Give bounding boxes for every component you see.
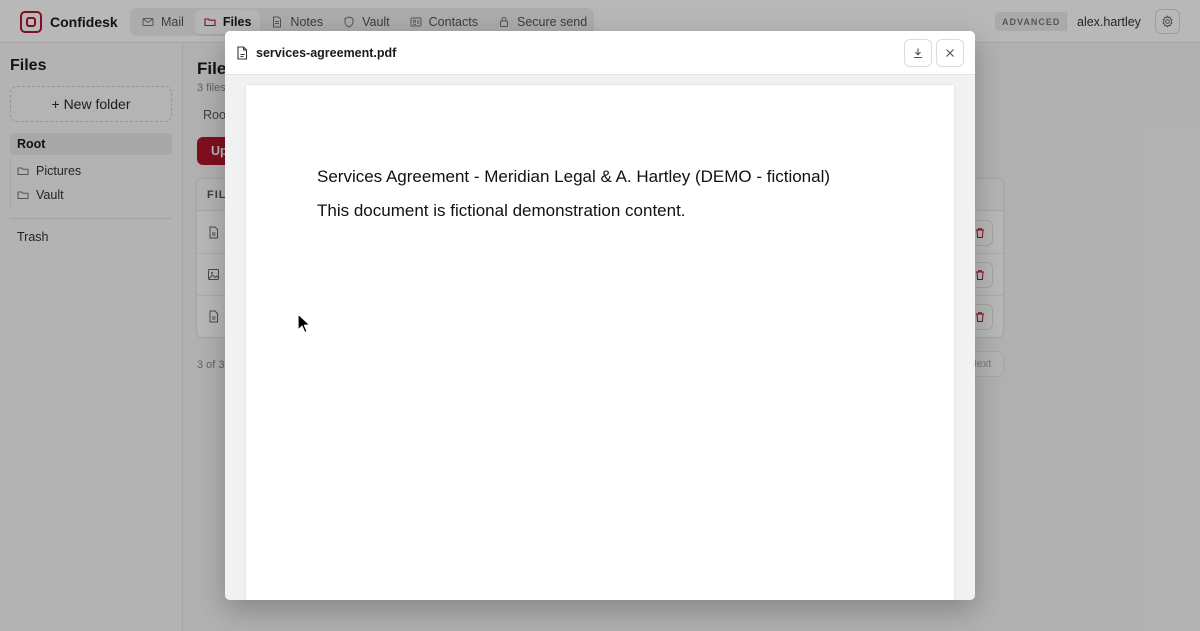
document-text-line: Services Agreement - Meridian Legal & A.…	[317, 167, 831, 186]
download-button[interactable]	[904, 39, 932, 67]
file-preview-modal: services-agreement.pdf Services Agreemen…	[225, 31, 975, 600]
download-icon	[914, 48, 922, 59]
mouse-pointer-icon	[297, 313, 311, 334]
pdf-viewer[interactable]: Services Agreement - Meridian Legal & A.…	[225, 75, 975, 600]
close-button[interactable]	[936, 39, 964, 67]
modal-header: services-agreement.pdf	[225, 31, 975, 75]
pdf-file-icon	[237, 46, 248, 60]
document-text-line: This document is fictional demonstration…	[317, 201, 686, 220]
modal-filename: services-agreement.pdf	[256, 46, 397, 60]
close-icon	[946, 49, 954, 57]
pdf-page: Services Agreement - Meridian Legal & A.…	[246, 85, 954, 600]
